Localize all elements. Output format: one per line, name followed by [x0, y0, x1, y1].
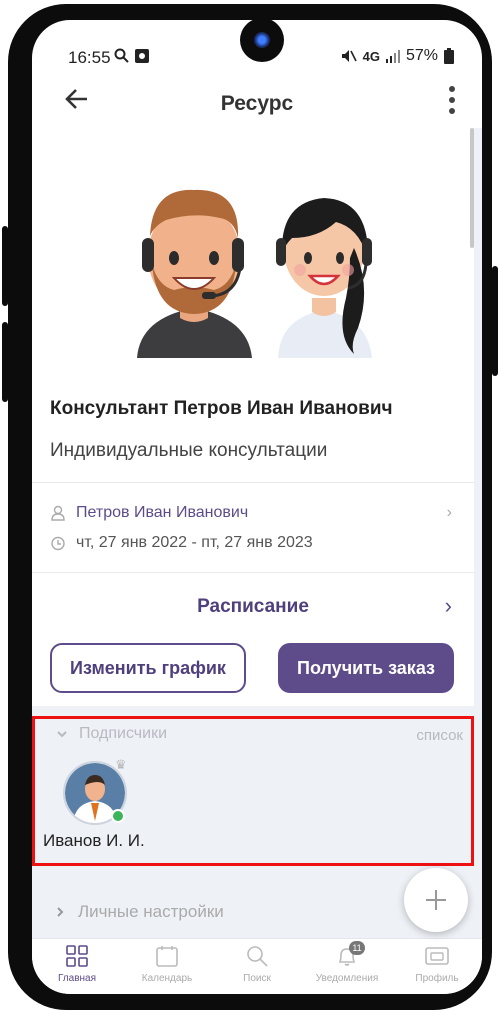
- app-bar: Ресурс: [32, 80, 482, 128]
- mute-icon: [341, 50, 357, 62]
- subscribers-section: Подписчики список ♛ Иванов И. И.: [32, 716, 474, 866]
- content-area: Консультант Петров Иван Иванович Индивид…: [32, 128, 482, 938]
- subscriber-name[interactable]: Иванов И. И.: [43, 831, 145, 851]
- user-icon: [51, 505, 65, 521]
- subscribers-list-link[interactable]: список: [416, 727, 463, 744]
- subscribers-title: Подписчики: [79, 725, 168, 742]
- actions-row: Изменить график Получить заказ: [32, 632, 474, 706]
- divider: [32, 482, 474, 483]
- consultants-illustration: [137, 189, 372, 358]
- front-camera: [240, 18, 284, 62]
- crown-icon: ♛: [115, 757, 127, 772]
- power-button: [492, 266, 498, 376]
- chevron-right-icon[interactable]: ›: [447, 504, 452, 522]
- app-notification-icon: [135, 48, 149, 63]
- plus-icon: [426, 890, 446, 910]
- volume-button-lower: [2, 322, 8, 402]
- network-type: 4G: [362, 48, 380, 64]
- signal-icon: [385, 50, 400, 63]
- more-vertical-icon[interactable]: [448, 86, 456, 114]
- schedule-label: Расписание: [197, 596, 309, 617]
- page-title: Ресурс: [220, 92, 294, 115]
- chevron-down-icon: [57, 731, 67, 738]
- status-time: 16:55: [68, 48, 111, 67]
- resource-title: Консультант Петров Иван Иванович: [50, 398, 393, 419]
- nav-label: Профиль: [415, 973, 459, 984]
- search-icon: [246, 945, 268, 971]
- date-range: чт, 27 янв 2022 - пт, 27 янв 2023: [76, 534, 313, 551]
- nav-item-notifications[interactable]: 11 Уведомления: [302, 939, 392, 994]
- schedule-row[interactable]: Расписание ›: [32, 582, 474, 632]
- bottom-nav: Главная Календарь Поиск 11 Уведомления П…: [32, 938, 482, 994]
- resource-subtitle: Индивидуальные консультации: [50, 440, 328, 461]
- change-schedule-button[interactable]: Изменить график: [50, 643, 246, 693]
- get-order-button[interactable]: Получить заказ: [278, 643, 454, 693]
- resource-card: Консультант Петров Иван Иванович Индивид…: [32, 128, 474, 588]
- owner-link[interactable]: Петров Иван Иванович: [50, 504, 248, 522]
- notification-badge: 11: [349, 941, 365, 955]
- phone-frame: 16:55 4G 57% Ресурс Консультант Петров И…: [2, 4, 498, 1010]
- profile-card-icon: [425, 945, 449, 971]
- search-icon: [114, 48, 129, 63]
- clock-icon: [51, 536, 65, 550]
- subscribers-header[interactable]: Подписчики: [57, 725, 167, 743]
- nav-item-calendar[interactable]: Календарь: [122, 939, 212, 994]
- owner-name: Петров Иван Иванович: [76, 504, 249, 521]
- nav-item-profile[interactable]: Профиль: [392, 939, 482, 994]
- chevron-right-icon: [57, 907, 64, 917]
- nav-label: Календарь: [141, 973, 193, 984]
- divider: [32, 572, 474, 573]
- nav-item-home[interactable]: Главная: [32, 939, 122, 994]
- nav-item-search[interactable]: Поиск: [212, 939, 302, 994]
- date-range-row: чт, 27 янв 2022 - пт, 27 янв 2023: [50, 534, 313, 552]
- grid-icon: [66, 945, 88, 971]
- personal-settings-title: Личные настройки: [78, 902, 224, 921]
- nav-label: Уведомления: [315, 973, 379, 984]
- calendar-icon: [156, 945, 178, 971]
- chevron-right-icon: ›: [444, 593, 452, 618]
- add-button[interactable]: [404, 868, 468, 932]
- online-status-dot: [111, 809, 125, 823]
- nav-label: Поиск: [243, 973, 271, 984]
- nav-label: Главная: [57, 973, 97, 984]
- scrollbar[interactable]: [470, 128, 474, 248]
- battery-icon: [444, 48, 454, 64]
- volume-button: [2, 226, 8, 306]
- battery-percent: 57%: [405, 47, 438, 64]
- screen: 16:55 4G 57% Ресурс Консультант Петров И…: [32, 20, 482, 994]
